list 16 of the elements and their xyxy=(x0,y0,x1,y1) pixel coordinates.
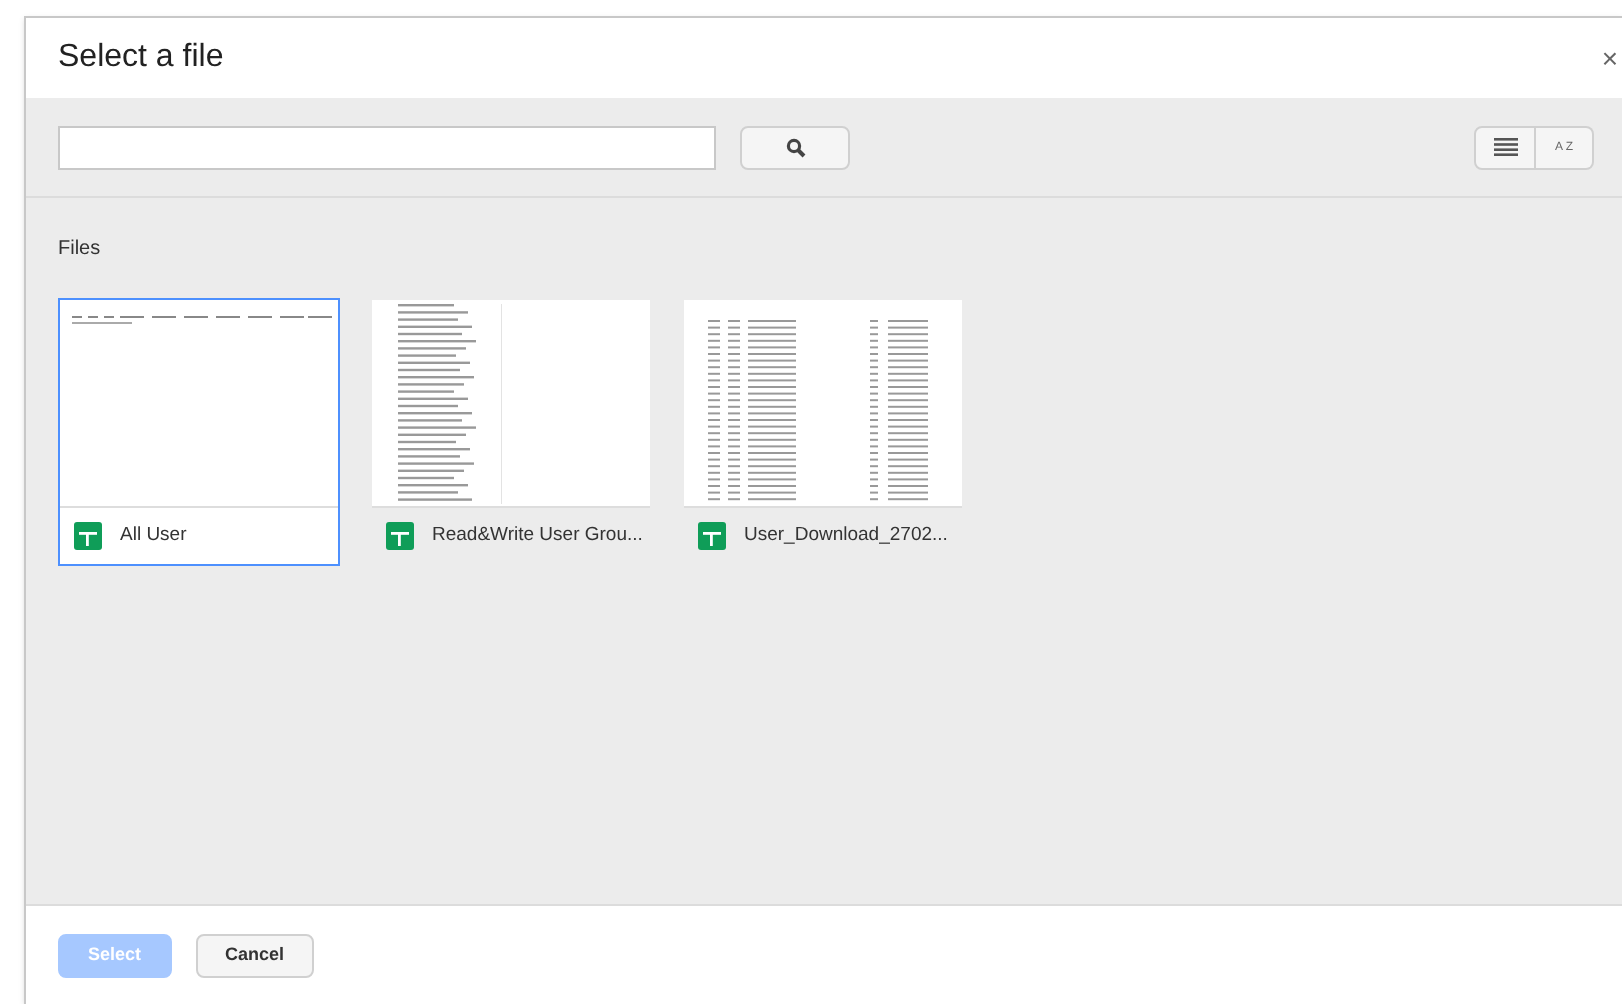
dialog-title: Select a file xyxy=(58,38,224,78)
cancel-button[interactable]: Cancel xyxy=(195,933,315,977)
spreadsheet-icon xyxy=(386,522,414,550)
file-card[interactable]: All User xyxy=(58,298,340,566)
file-name: Read&Write User Grou... xyxy=(432,521,643,550)
search-field[interactable] xyxy=(58,125,716,169)
list-icon xyxy=(1493,138,1517,156)
list-view-button[interactable] xyxy=(1474,125,1536,169)
spreadsheet-icon xyxy=(74,522,102,550)
file-name: User_Download_2702... xyxy=(744,521,948,550)
close-button[interactable]: × xyxy=(1601,44,1618,72)
section-title: Files xyxy=(58,236,103,264)
file-name: All User xyxy=(120,521,187,550)
spreadsheet-icon xyxy=(698,522,726,550)
search-button[interactable] xyxy=(740,125,850,169)
search-icon xyxy=(785,137,805,157)
